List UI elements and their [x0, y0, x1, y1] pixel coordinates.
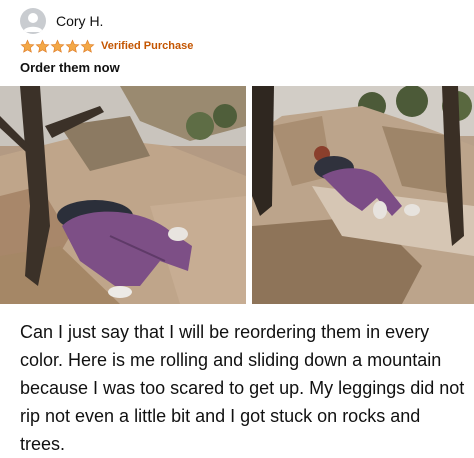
star-icon — [35, 38, 50, 53]
user-avatar-icon[interactable] — [20, 8, 46, 34]
review-header: Cory H. — [20, 6, 103, 36]
star-icon — [80, 38, 95, 53]
review-title: Order them now — [20, 60, 120, 75]
verified-purchase-badge: Verified Purchase — [101, 40, 194, 52]
star-rating[interactable] — [20, 38, 95, 54]
review-photo-2[interactable] — [252, 86, 474, 304]
star-icon — [50, 38, 65, 53]
review-photo-1[interactable] — [0, 86, 246, 304]
star-icon — [20, 38, 35, 53]
review-body: Can I just say that I will be reordering… — [20, 322, 465, 454]
star-icon — [65, 38, 80, 53]
review-card: Cory H. Verified Purchase Order them now — [0, 0, 474, 457]
rating-row: Verified Purchase — [20, 38, 193, 54]
reviewer-name[interactable]: Cory H. — [56, 13, 103, 29]
